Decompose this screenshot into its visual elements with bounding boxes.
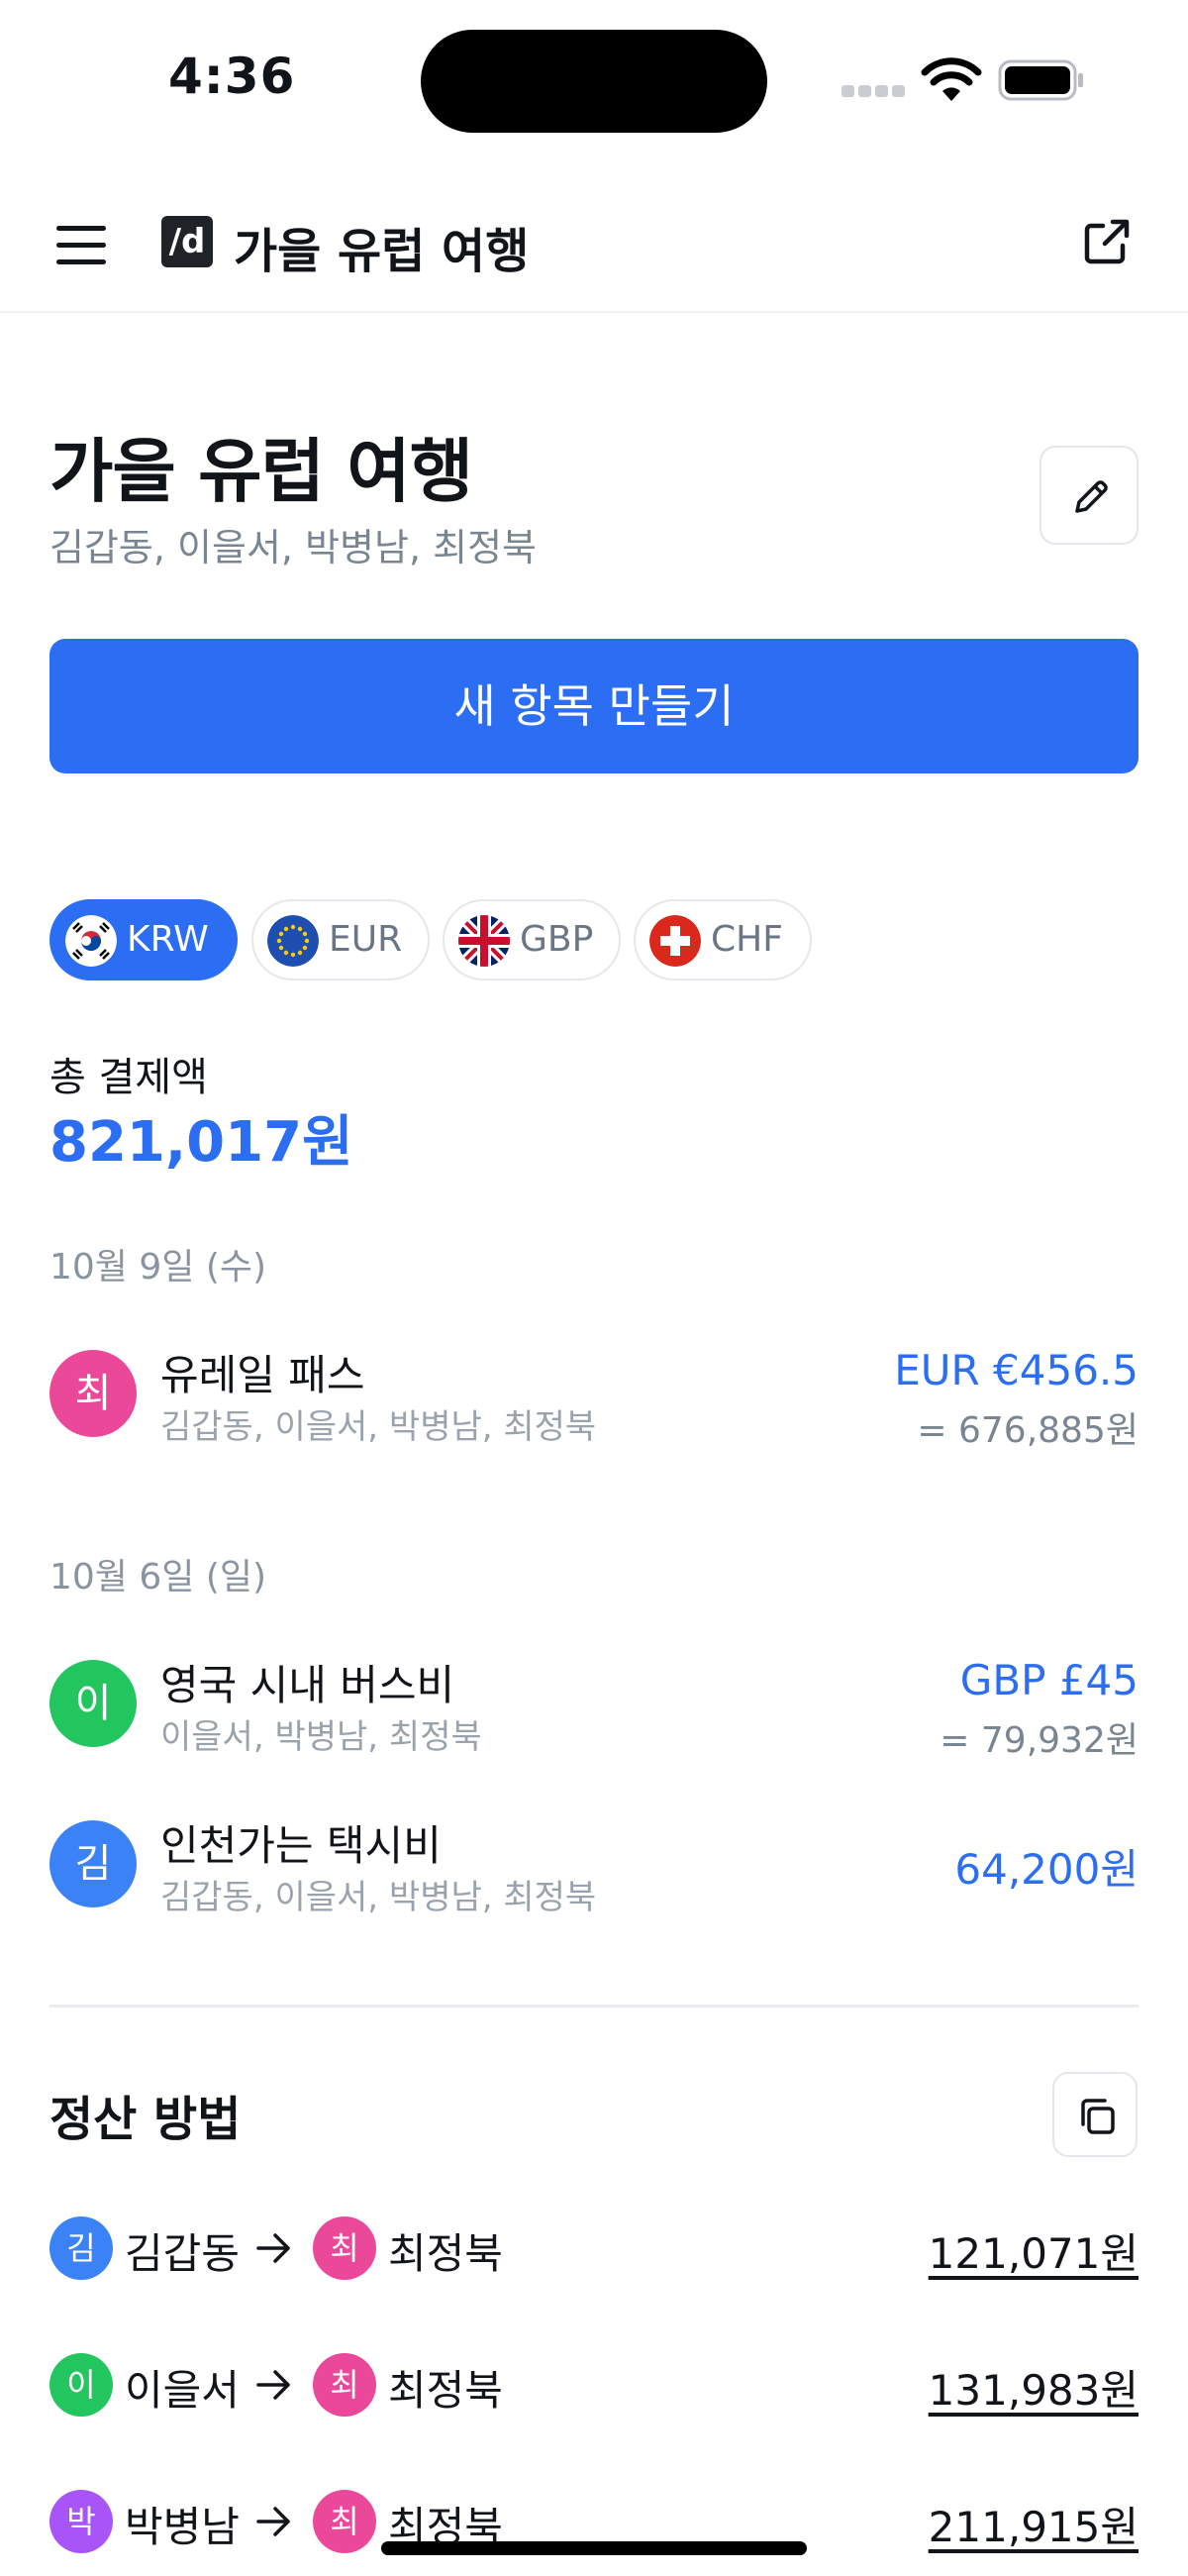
currency-chip-chf[interactable]: CHF	[634, 899, 812, 980]
share-icon[interactable]	[1079, 214, 1135, 269]
expense-amount: EUR €456.5	[894, 1346, 1138, 1394]
expense-members: 이을서, 박병남, 최정북	[160, 1717, 482, 1757]
settlement-title: 정산 방법	[50, 2092, 242, 2147]
settlement-row: 김 김갑동 최 최정북 121,071원	[50, 2215, 1138, 2284]
expense-item[interactable]: 김 인천가는 택시비 김갑동, 이을서, 박병남, 최정북 64,200원	[50, 1812, 1138, 1917]
payee-name: 최정북	[388, 2366, 503, 2415]
wifi-icon	[921, 57, 982, 101]
currency-chip-krw[interactable]: KRW	[50, 899, 238, 980]
copy-icon	[1081, 2099, 1115, 2134]
expense-item[interactable]: 이 영국 시내 버스비 이을서, 박병남, 최정북 GBP £45 = 79,9…	[50, 1652, 1138, 1761]
avatar: 이	[50, 1660, 137, 1747]
expense-amount: 64,200원	[954, 1845, 1138, 1894]
copy-button[interactable]	[1052, 2072, 1138, 2157]
date-header: 10월 6일 (일)	[50, 1557, 267, 1597]
status-bar: 4:36	[0, 0, 1188, 149]
total-value: 821,017원	[50, 1110, 353, 1175]
home-indicator	[381, 2541, 807, 2555]
avatar: 박	[50, 2490, 113, 2553]
dynamic-island	[421, 30, 767, 133]
avatar: 최	[313, 2216, 376, 2280]
menu-icon[interactable]	[54, 218, 108, 271]
payer-name: 이을서	[125, 2366, 240, 2415]
expense-converted: = 676,885원	[917, 1410, 1138, 1451]
edit-icon	[1075, 480, 1108, 513]
currency-code: EUR	[329, 919, 403, 960]
settlement-amount[interactable]: 121,071원	[929, 2220, 1138, 2281]
flag-ch-icon	[649, 915, 701, 967]
flag-kr-icon	[65, 915, 117, 967]
expense-amount: GBP £45	[959, 1656, 1138, 1704]
settlement-amount[interactable]: 211,915원	[929, 2494, 1138, 2554]
flag-eu-icon	[267, 915, 319, 967]
flag-gb-icon	[458, 915, 510, 967]
expense-converted: = 79,932원	[940, 1720, 1138, 1761]
avatar: 김	[50, 2216, 113, 2280]
avatar: 김	[50, 1820, 137, 1907]
avatar: 최	[50, 1350, 137, 1437]
create-item-button[interactable]: 새 항목 만들기	[50, 639, 1138, 773]
total-label: 총 결제액	[50, 1055, 208, 1100]
arrow-right-icon	[256, 2370, 290, 2400]
currency-code: GBP	[520, 919, 594, 960]
expense-item[interactable]: 최 유레일 패스 김갑동, 이을서, 박병남, 최정북 EUR €456.5 =…	[50, 1342, 1138, 1451]
avatar: 최	[313, 2490, 376, 2553]
payee-name: 최정북	[388, 2229, 503, 2278]
avatar: 최	[313, 2353, 376, 2417]
expense-members: 김갑동, 이을서, 박병남, 최정북	[160, 1878, 597, 1917]
expense-title: 인천가는 택시비	[160, 1821, 442, 1870]
currency-code: KRW	[127, 919, 209, 960]
currency-code: CHF	[711, 919, 783, 960]
expense-title: 유레일 패스	[160, 1351, 365, 1399]
edit-button[interactable]	[1040, 446, 1138, 545]
date-header: 10월 9일 (수)	[50, 1247, 267, 1288]
expense-title: 영국 시내 버스비	[160, 1661, 455, 1709]
app-bar-title: 가을 유럽 여행	[234, 224, 530, 279]
arrow-right-icon	[256, 2233, 290, 2263]
page-title: 가을 유럽 여행	[50, 431, 473, 512]
app-logo: /d	[161, 216, 213, 267]
status-time: 4:36	[168, 48, 296, 105]
settlement-row: 이 이을서 최 최정북 131,983원	[50, 2351, 1138, 2421]
battery-icon	[998, 59, 1083, 101]
settlement-amount[interactable]: 131,983원	[929, 2357, 1138, 2418]
cellular-signal-icon	[842, 85, 905, 97]
arrow-right-icon	[256, 2507, 290, 2536]
currency-chip-gbp[interactable]: GBP	[443, 899, 621, 980]
app-bar: /d 가을 유럽 여행	[0, 178, 1188, 313]
payer-name: 김갑동	[125, 2229, 240, 2278]
section-divider	[50, 2005, 1138, 2008]
avatar: 이	[50, 2353, 113, 2417]
trip-members: 김갑동, 이을서, 박병남, 최정북	[50, 526, 537, 569]
expense-members: 김갑동, 이을서, 박병남, 최정북	[160, 1407, 597, 1447]
currency-chip-eur[interactable]: EUR	[251, 899, 430, 980]
payer-name: 박병남	[125, 2503, 240, 2551]
